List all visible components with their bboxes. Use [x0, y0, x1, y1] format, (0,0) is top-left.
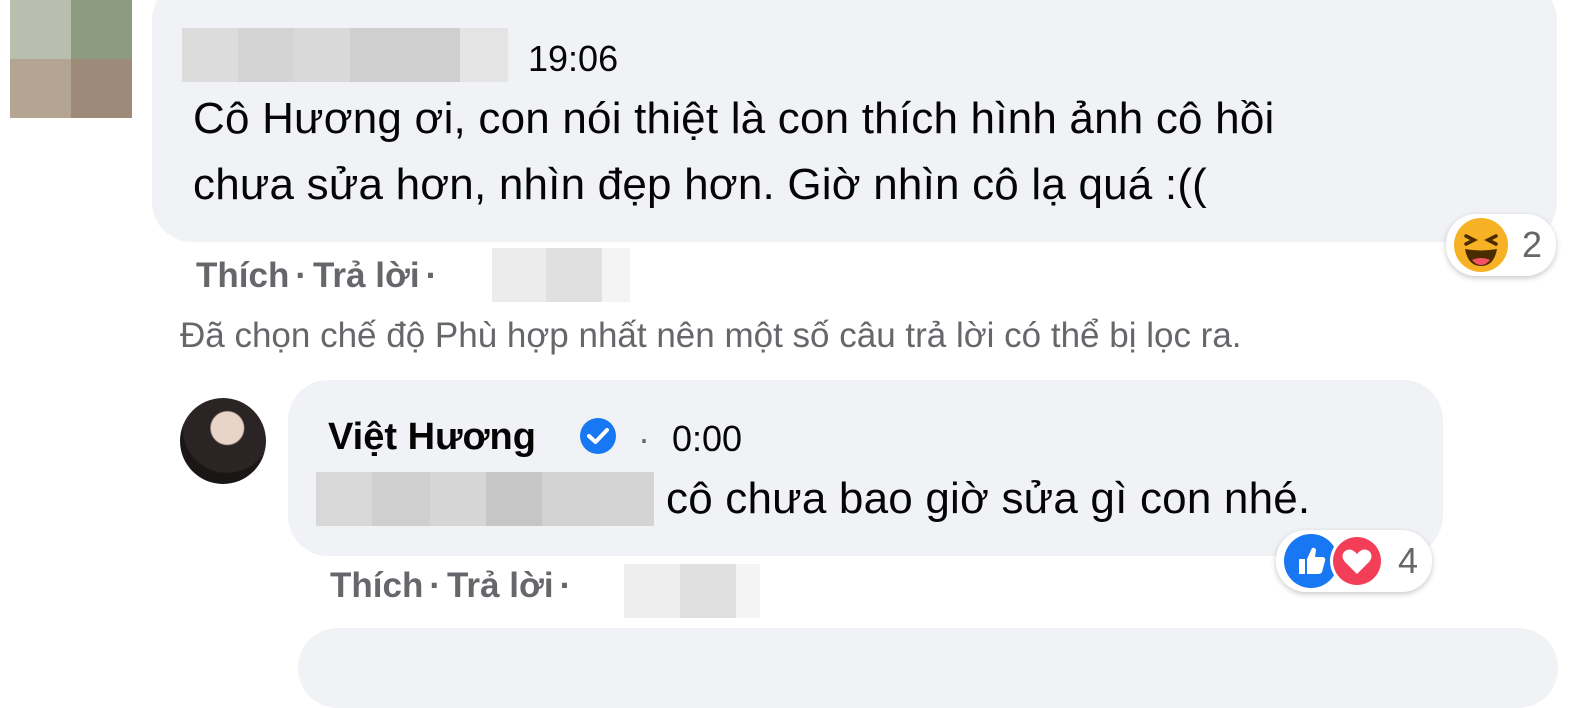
reaction-count: 2 [1522, 224, 1543, 265]
reaction-summary[interactable]: 2 [1446, 214, 1557, 276]
reply-actions: Thích · Trả lời · [330, 566, 577, 606]
reply-author-name[interactable]: Việt Hương [328, 416, 536, 459]
verified-badge-icon [580, 418, 616, 454]
comment-actions: Thích · Trả lời · [196, 256, 443, 296]
reaction-count: 4 [1398, 540, 1419, 581]
commenter-name-redacted[interactable] [182, 28, 508, 82]
comment-date-redacted[interactable] [492, 248, 630, 302]
haha-icon [1454, 218, 1508, 272]
reply-text-redacted [316, 472, 654, 526]
comment-text-line: chưa sửa hơn, nhìn đẹp hơn. Giờ nhìn cô … [193, 160, 1208, 209]
separator: · [429, 566, 441, 605]
separator: · [638, 418, 650, 459]
like-link[interactable]: Thích [330, 566, 423, 605]
reply-date-redacted[interactable] [624, 564, 760, 618]
reply-link[interactable]: Trả lời [447, 566, 554, 605]
reaction-summary[interactable]: 4 [1276, 530, 1433, 592]
filter-notice: Đã chọn chế độ Phù hợp nhất nên một số c… [180, 316, 1242, 355]
comment-time[interactable]: 19:06 [528, 38, 618, 80]
reply-text: cô chưa bao giờ sửa gì con nhé. [666, 474, 1311, 523]
reply-time[interactable]: 0:00 [672, 418, 742, 460]
reply-author-avatar[interactable] [180, 398, 266, 484]
separator: · [425, 256, 438, 295]
separator: · [559, 566, 572, 605]
next-reply-bubble [298, 628, 1558, 708]
separator: · [295, 256, 307, 295]
reply-link[interactable]: Trả lời [313, 256, 420, 295]
like-link[interactable]: Thích [196, 256, 289, 295]
comment-text-line: Cô Hương ơi, con nói thiệt là con thích … [193, 94, 1275, 143]
commenter-avatar[interactable] [10, 0, 132, 118]
love-icon [1330, 534, 1384, 588]
